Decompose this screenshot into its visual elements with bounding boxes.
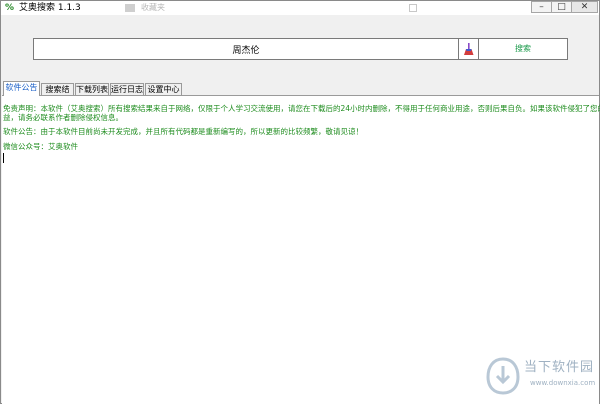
watermark-name: 当下软件园 <box>524 360 595 375</box>
clear-search-button[interactable] <box>459 38 479 60</box>
text-caret <box>3 153 4 163</box>
background-window-strip: 收藏夹 <box>119 1 459 15</box>
folder-icon <box>125 4 135 12</box>
background-window-text: 收藏夹 <box>141 3 165 12</box>
title-bar: % 艾奥搜索 1.1.3 收藏夹 – □ ✕ <box>1 1 599 15</box>
download-logo-icon <box>486 357 520 395</box>
tab-announcement[interactable]: 软件公告 <box>3 81 40 96</box>
minimize-button[interactable]: – <box>531 1 551 13</box>
maximize-button[interactable]: □ <box>551 1 571 13</box>
search-button[interactable]: 搜索 <box>479 38 568 60</box>
checkbox-icon <box>409 4 417 12</box>
close-button[interactable]: ✕ <box>571 1 598 13</box>
wechat-line: 微信公众号：艾奥软件 <box>3 142 78 151</box>
app-logo-icon: % <box>5 3 15 13</box>
disclaimer-line-2: 益，请务必联系作者删除侵权信息。 <box>3 113 123 122</box>
search-panel: 搜索 <box>2 15 599 81</box>
window-title: 艾奥搜索 1.1.3 <box>19 3 81 13</box>
notice-line: 软件公告：由于本软件目前尚未开发完成，并且所有代码都是重新编写的，所以更新的比较… <box>3 127 363 136</box>
app-window: % 艾奥搜索 1.1.3 收藏夹 – □ ✕ 搜索 软件公告 搜索结果 下载列表… <box>0 0 600 404</box>
watermark-url: www.downxia.com <box>530 379 596 387</box>
watermark: 当下软件园 www.downxia.com <box>486 353 600 399</box>
search-input[interactable] <box>33 38 459 60</box>
broom-icon <box>464 43 474 55</box>
tab-bar: 软件公告 搜索结果 下载列表 运行日志 设置中心 <box>2 81 599 106</box>
disclaimer-line-1: 免责声明：本软件（艾奥搜索）所有搜索结果来自于网络，仅限于个人学习交流使用，请您… <box>3 104 600 113</box>
